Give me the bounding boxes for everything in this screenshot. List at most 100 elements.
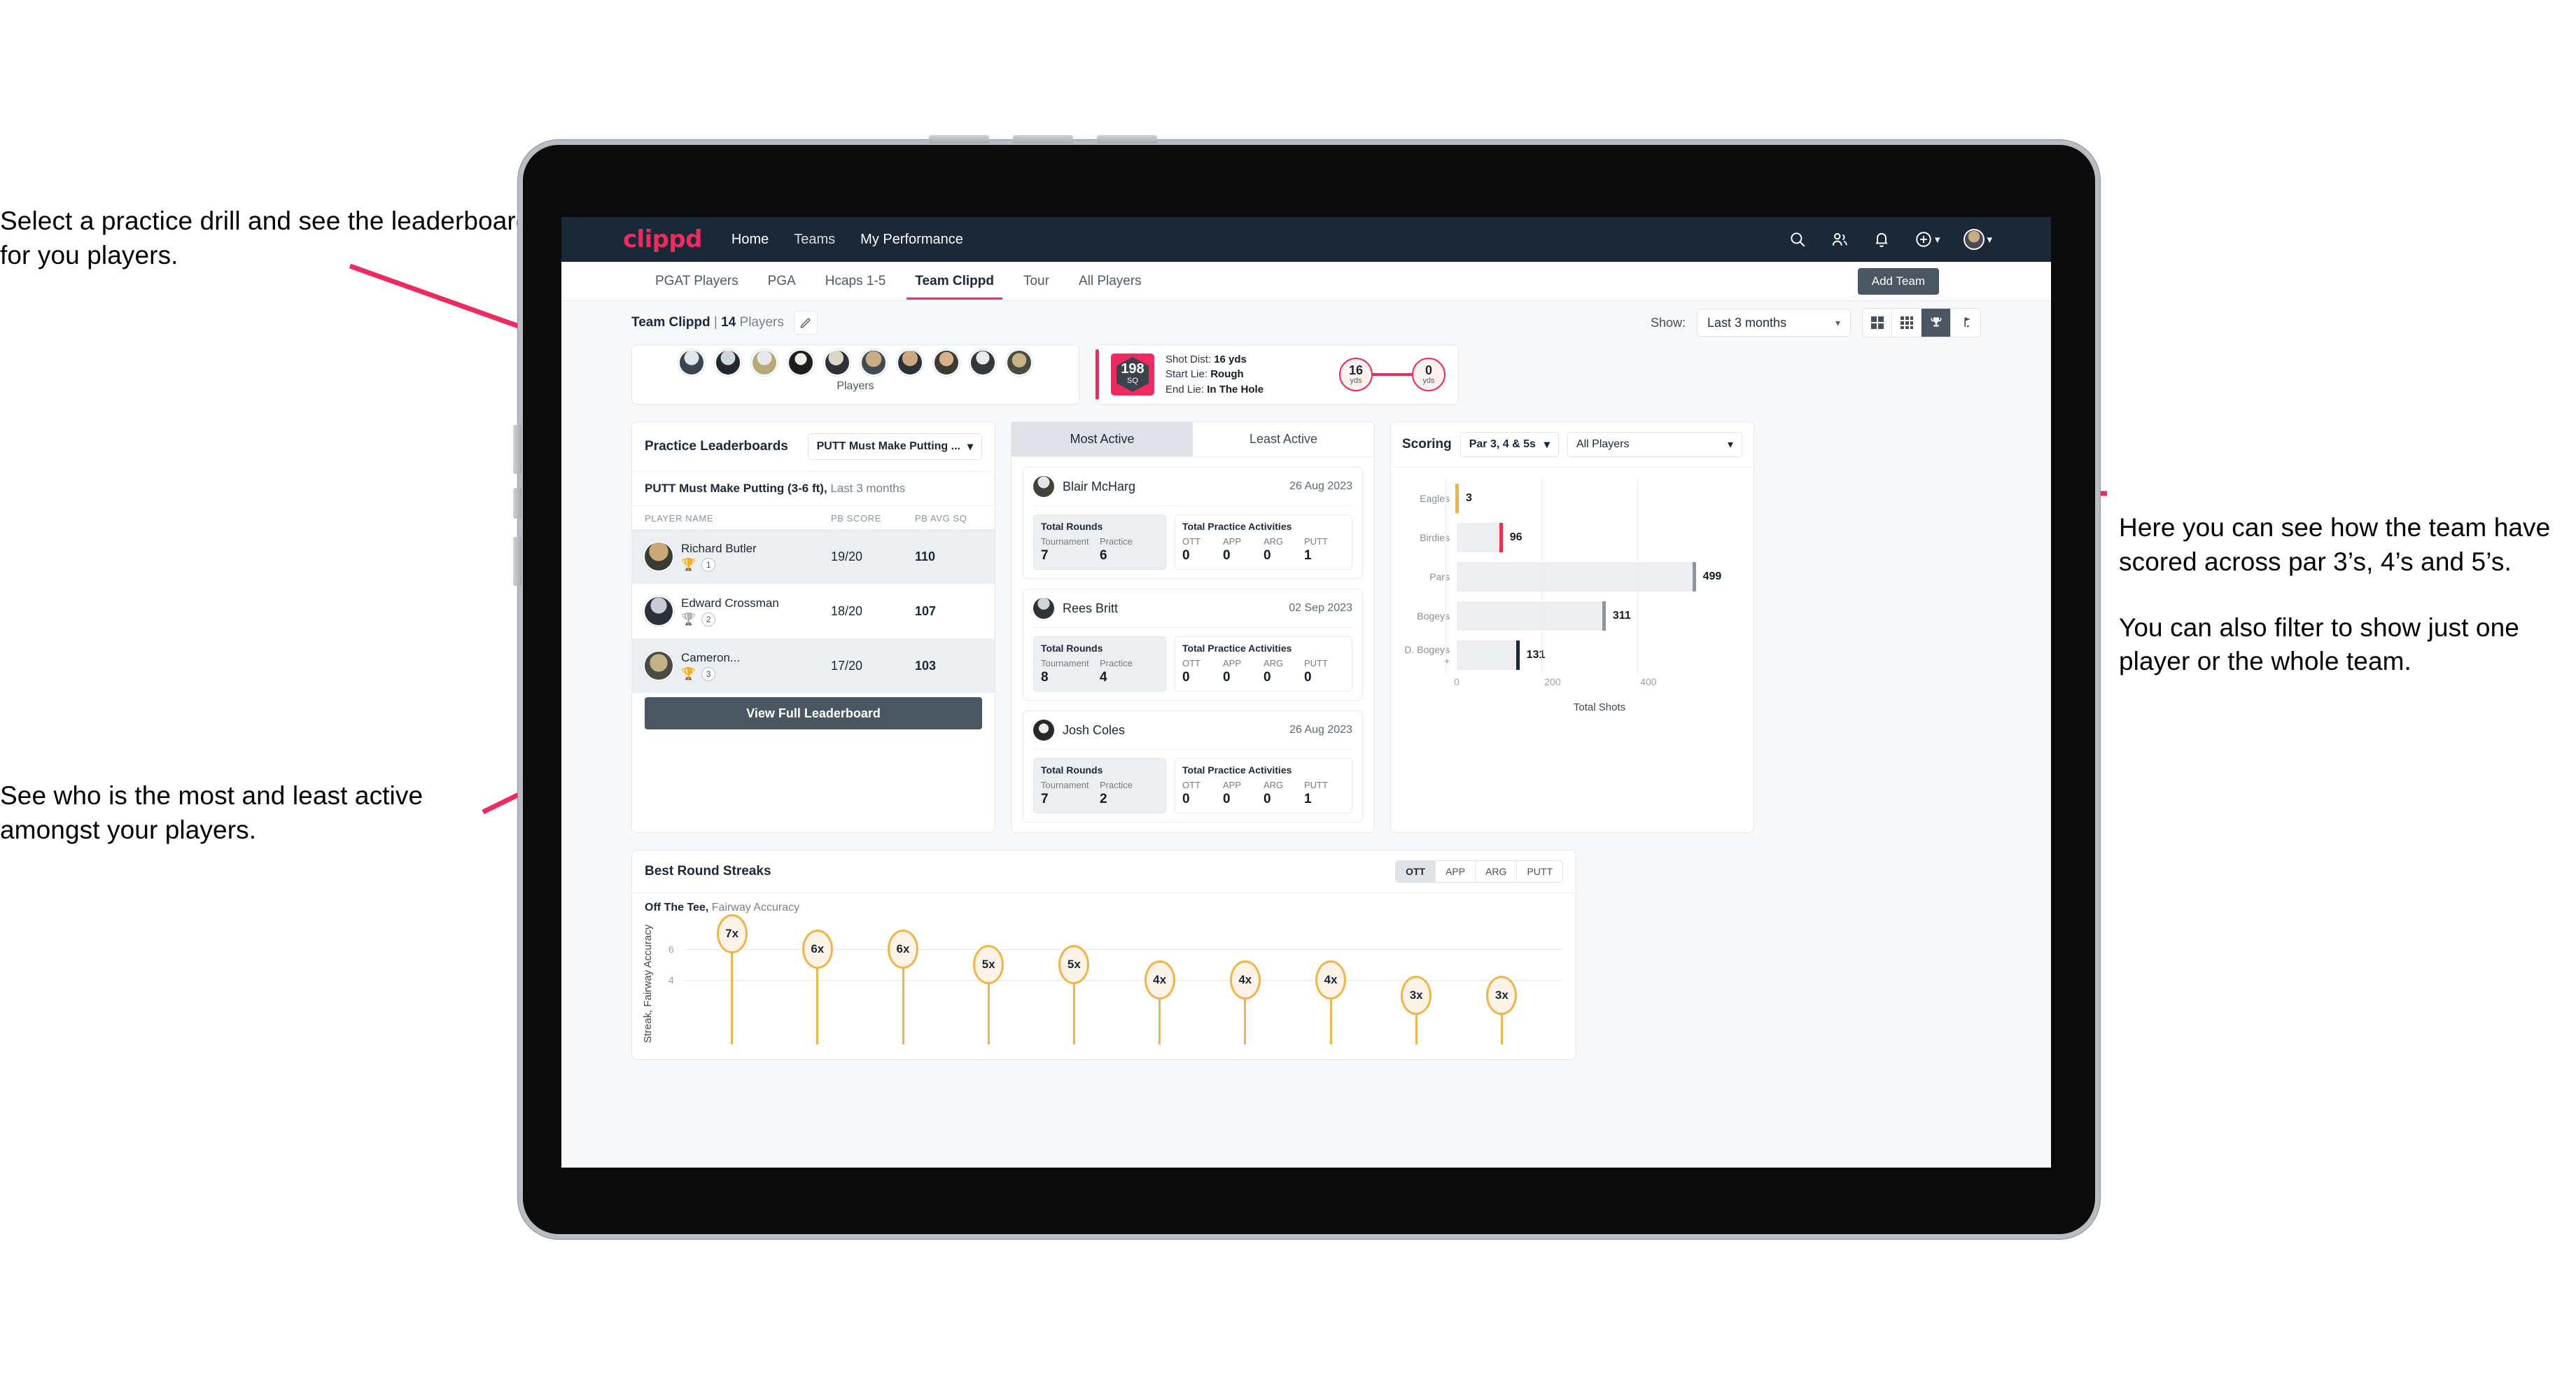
streaks-marker[interactable]: 3x — [1486, 976, 1518, 1015]
activity-stats: Total Rounds Tournament 8 Practice 4 Total… — [1033, 627, 1352, 692]
add-menu[interactable]: ▾ — [1914, 230, 1940, 248]
trophy-icon: 🏆 — [681, 612, 696, 626]
practice-value: 2 — [1100, 792, 1107, 806]
total-rounds-title: Total Rounds — [1041, 764, 1103, 776]
avatar[interactable] — [751, 349, 778, 376]
team-title: Team Clippd | 14 Players — [631, 315, 784, 330]
tab-pgat-players[interactable]: PGAT Players — [652, 264, 741, 299]
annotation-bottom-left: See who is the most and least active amo… — [0, 781, 424, 844]
people-icon[interactable] — [1830, 230, 1849, 248]
app-label: APP — [1223, 536, 1242, 547]
avatar[interactable] — [933, 349, 960, 376]
drill-select[interactable]: PUTT Must Make Putting ... ▾ — [807, 433, 982, 460]
activity-stats: Total Rounds Tournament 7 Practice 2 Total… — [1033, 749, 1352, 813]
plus-circle-icon[interactable] — [1914, 230, 1933, 248]
activity-tabs: Most Active Least Active — [1011, 422, 1374, 457]
grid-2x2-icon[interactable] — [1863, 309, 1892, 337]
table-row[interactable]: Cameron... 🏆 3 17/20 103 — [632, 638, 995, 693]
player-avatar-strip — [632, 345, 1079, 376]
streaks-subtitle: Off The Tee, Fairway Accuracy — [632, 892, 1576, 914]
avatar[interactable] — [969, 349, 996, 376]
search-icon[interactable] — [1788, 230, 1807, 248]
scoring-x-axis: 0 200 400 — [1454, 676, 1742, 700]
flag-icon[interactable] — [1951, 309, 1980, 337]
end-lie-key: End Lie: — [1166, 383, 1205, 396]
scoring-bar — [1457, 601, 1606, 631]
streaks-marker[interactable]: 7x — [716, 914, 748, 953]
scoring-x-tick: 400 — [1640, 676, 1657, 687]
putt-stat: PUTT 1 — [1304, 780, 1345, 807]
avatar[interactable] — [1006, 349, 1032, 376]
avatar — [645, 597, 673, 625]
view-full-leaderboard-button[interactable]: View Full Leaderboard — [645, 697, 982, 729]
practice-value: 4 — [1100, 670, 1107, 685]
streaks-stem: 5x — [973, 945, 1004, 1044]
timeframe-select[interactable]: Last 3 months ▾ — [1697, 309, 1851, 337]
arg-label: ARG — [1264, 536, 1284, 547]
streaks-marker[interactable]: 4x — [1144, 960, 1175, 1000]
table-row[interactable]: Richard Butler 🏆 1 19/20 110 — [632, 529, 995, 584]
avatar[interactable] — [1963, 229, 1985, 250]
segment-arg[interactable]: ARG — [1476, 861, 1518, 882]
player-filter-select[interactable]: All Players ▾ — [1567, 432, 1742, 457]
grid-3x3-icon[interactable] — [1892, 309, 1921, 337]
nav-link-teams[interactable]: Teams — [794, 232, 835, 248]
shot-dist-line: Shot Dist: 16 yds — [1166, 352, 1264, 367]
par-filter-select[interactable]: Par 3, 4 & 5s ▾ — [1460, 432, 1559, 457]
streaks-marker[interactable]: 5x — [1058, 945, 1090, 984]
scoring-bar-cap — [1499, 523, 1503, 552]
streaks-y-tick: 4 — [668, 974, 674, 986]
streaks-marker[interactable]: 4x — [1315, 960, 1346, 1000]
streaks-marker[interactable]: 3x — [1401, 976, 1432, 1015]
scoring-category-label: Bogeys — [1417, 610, 1450, 622]
segment-app[interactable]: APP — [1436, 861, 1476, 882]
pb-avg-sq: 107 — [915, 603, 937, 618]
avatar[interactable] — [860, 349, 887, 376]
avatar[interactable] — [897, 349, 923, 376]
tab-pga[interactable]: PGA — [765, 264, 799, 299]
tab-hcaps-1-5[interactable]: Hcaps 1-5 — [822, 264, 889, 299]
player-name: Blair McHarg — [1063, 479, 1136, 493]
putt-label: PUTT — [1304, 780, 1328, 790]
list-item[interactable]: Josh Coles 26 Aug 2023 Total Rounds Tour… — [1023, 710, 1363, 822]
leaderboard-drill-name: PUTT Must Make Putting (3-6 ft), — [645, 482, 827, 495]
trophy-icon[interactable] — [1921, 309, 1951, 337]
list-item[interactable]: Blair McHarg 26 Aug 2023 Total Rounds To… — [1023, 467, 1363, 579]
drill-select-value: PUTT Must Make Putting ... — [816, 440, 960, 452]
nav-link-my-performance[interactable]: My Performance — [860, 232, 963, 248]
table-row[interactable]: Edward Crossman 🏆 2 18/20 107 — [632, 584, 995, 638]
segment-ott[interactable]: OTT — [1396, 861, 1436, 882]
tab-most-active[interactable]: Most Active — [1011, 422, 1193, 456]
pencil-icon[interactable] — [793, 311, 818, 335]
tab-least-active[interactable]: Least Active — [1193, 422, 1374, 456]
arg-label: ARG — [1264, 780, 1284, 790]
activity-card: Most Active Least Active Blair McHarg 26… — [1011, 421, 1375, 833]
arg-value: 0 — [1264, 792, 1271, 806]
avatar[interactable] — [715, 349, 741, 376]
tab-all-players[interactable]: All Players — [1076, 264, 1144, 299]
avatar[interactable] — [678, 349, 705, 376]
streaks-marker[interactable]: 6x — [802, 930, 833, 969]
clippd-logo[interactable]: clippd — [623, 225, 702, 253]
avatar[interactable] — [824, 349, 850, 376]
scoring-bar-row: Eagles 3 — [1402, 479, 1742, 518]
streaks-marker[interactable]: 6x — [888, 930, 918, 969]
segment-putt[interactable]: PUTT — [1517, 861, 1562, 882]
ott-value: 0 — [1182, 792, 1190, 806]
streaks-stem: 6x — [888, 930, 918, 1044]
tab-team-clippd[interactable]: Team Clippd — [906, 264, 1002, 300]
scoring-bar — [1457, 523, 1503, 552]
scoring-bar-value: 131 — [1526, 649, 1546, 661]
bell-icon[interactable] — [1872, 230, 1891, 248]
total-rounds-box: Total Rounds Tournament 8 Practice 4 — [1033, 636, 1166, 692]
scoring-title: Scoring — [1402, 437, 1452, 451]
tab-tour[interactable]: Tour — [1021, 264, 1052, 299]
avatar[interactable] — [788, 349, 814, 376]
add-team-button[interactable]: Add Team — [1857, 268, 1939, 295]
nav-link-home[interactable]: Home — [732, 232, 769, 248]
streaks-marker[interactable]: 5x — [973, 945, 1004, 984]
streaks-marker[interactable]: 4x — [1229, 960, 1261, 1000]
list-item[interactable]: Rees Britt 02 Sep 2023 Total Rounds Tour… — [1023, 589, 1363, 701]
profile-menu[interactable]: ▾ — [1963, 229, 1992, 250]
activity-date: 26 Aug 2023 — [1289, 480, 1352, 492]
